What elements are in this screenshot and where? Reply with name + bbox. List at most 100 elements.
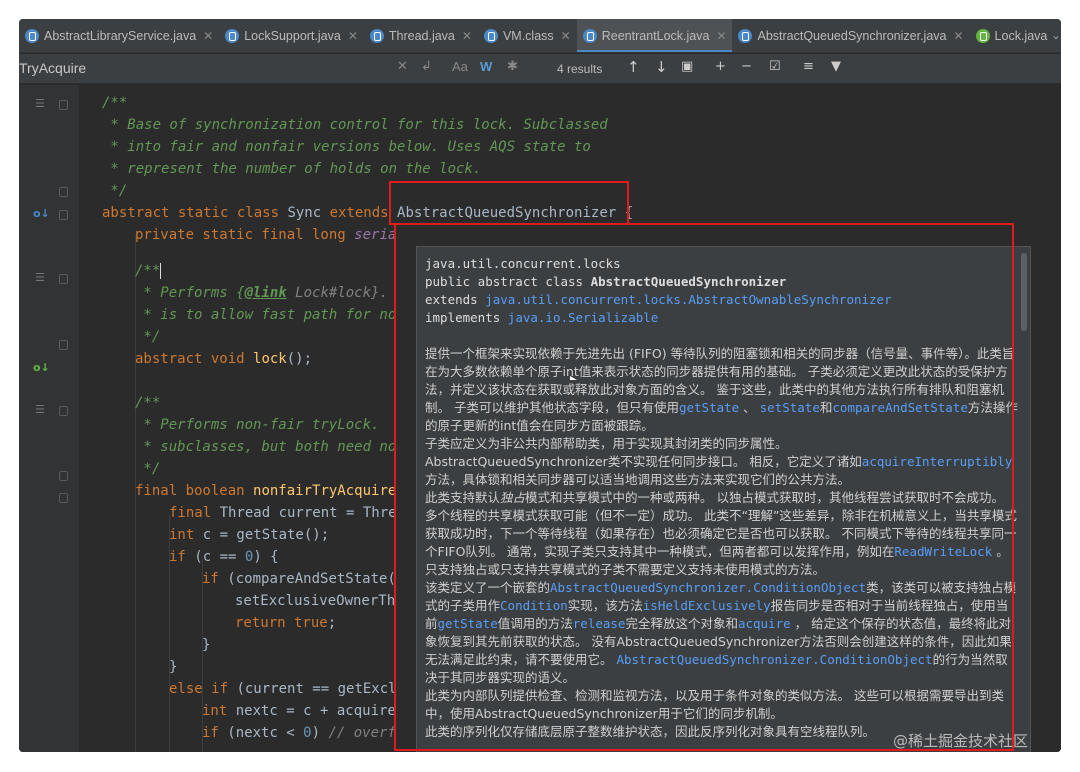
close-icon[interactable]: ✕ xyxy=(953,29,963,43)
doc-link[interactable]: getState xyxy=(679,400,739,415)
code-text: (compareAndSetState( xyxy=(227,571,396,587)
doc-link[interactable]: acquire xyxy=(738,616,791,631)
doc-link[interactable]: AbstractQueuedSynchronizer.ConditionObje… xyxy=(616,652,932,667)
doc-extends: extends java.util.concurrent.locks.Abstr… xyxy=(425,291,1022,309)
code-text: ) xyxy=(311,725,329,741)
implementation-gutter-icon[interactable]: o↓ xyxy=(33,207,50,220)
filter-icon[interactable]: ≡ xyxy=(803,59,814,74)
code-line: * represent the number of holds on the l… xyxy=(102,161,482,177)
code-line: return true; xyxy=(235,613,336,633)
javadoc-tag: @link xyxy=(244,285,287,301)
doc-paragraph: 此类支持默认独占模式和共享模式中的一种或两种。 以独占模式获取时，其他线程尝试获… xyxy=(425,489,1018,579)
clear-icon[interactable]: ✕ xyxy=(397,59,408,74)
code-text: (c == xyxy=(194,549,245,565)
tab-lock-support[interactable]: LockSupport.java ✕ xyxy=(219,19,364,52)
prev-occurrence-icon[interactable]: ↑ xyxy=(627,58,640,76)
close-icon[interactable]: ✕ xyxy=(462,29,472,43)
fold-icon[interactable] xyxy=(59,187,68,197)
comment-open: /** xyxy=(135,263,161,279)
next-occurrence-icon[interactable]: ↓ xyxy=(655,58,668,76)
editor-tab-bar: AbstractLibraryService.java ✕ LockSuppor… xyxy=(19,19,1061,53)
funnel-icon[interactable]: ▼ xyxy=(831,59,841,74)
tab-thread[interactable]: Thread.java ✕ xyxy=(364,19,478,52)
fold-icon[interactable] xyxy=(59,100,68,110)
fold-icon[interactable] xyxy=(59,340,68,350)
code-line: * into fair and nonfair versions below. … xyxy=(102,139,591,155)
doc-paragraph: AbstractQueuedSynchronizer类不实现任何同步接口。 相反… xyxy=(425,453,1018,489)
doc-link[interactable]: isHeldExclusively xyxy=(643,598,771,613)
doc-class-name: AbstractQueuedSynchronizer xyxy=(590,274,787,289)
code-line: /** xyxy=(135,261,162,281)
method-name: nonfairTryAcquire xyxy=(253,483,397,499)
doc-link[interactable]: AbstractQueuedSynchronizer.ConditionObje… xyxy=(550,580,866,595)
class-icon xyxy=(25,28,39,43)
keyword: if xyxy=(202,571,228,587)
doc-text: 和 xyxy=(819,400,833,415)
add-occurrence-icon[interactable]: + xyxy=(715,59,726,74)
superclass-name[interactable]: AbstractQueuedSynchronizer { xyxy=(397,205,633,221)
fold-icon[interactable] xyxy=(59,210,68,220)
tab-label: AbstractQueuedSynchronizer.java xyxy=(757,28,947,43)
code-line: abstract void lock(); xyxy=(135,349,312,369)
fold-icon[interactable] xyxy=(59,274,68,284)
doc-link[interactable]: setState xyxy=(760,400,820,415)
close-icon[interactable]: ✕ xyxy=(716,29,726,43)
doc-keyword: extends xyxy=(425,292,486,307)
code-line: private static final long seria xyxy=(135,225,396,245)
tab-abstract-queued-synchronizer[interactable]: AbstractQueuedSynchronizer.java ✕ xyxy=(732,19,969,52)
doc-text: 此类支持默认 xyxy=(425,490,501,505)
code-text: Thread current = Thre xyxy=(219,505,397,521)
doc-keyword: implements xyxy=(425,310,508,325)
fold-icon[interactable] xyxy=(59,493,68,503)
search-input[interactable]: TryAcquire xyxy=(19,60,86,76)
close-icon[interactable]: ✕ xyxy=(348,29,358,43)
tab-label: VM.class xyxy=(502,28,554,43)
doc-render-icon[interactable]: ☰ xyxy=(35,403,45,416)
tab-reentrant-lock[interactable]: ReentrantLock.java ✕ xyxy=(576,19,733,52)
popup-scrollbar[interactable] xyxy=(1021,253,1027,331)
class-icon xyxy=(369,28,384,43)
tab-lock[interactable]: Lock.java ⌄ xyxy=(970,19,1061,52)
doc-link[interactable]: Condition xyxy=(500,598,568,613)
doc-render-icon[interactable]: ☰ xyxy=(35,97,45,110)
doc-link[interactable]: getState xyxy=(438,616,498,631)
doc-render-icon[interactable]: ☰ xyxy=(35,271,45,284)
keyword: else if xyxy=(169,681,237,697)
doc-text: 值调用的方法 xyxy=(497,616,573,631)
match-case-icon[interactable]: Aa xyxy=(452,59,468,74)
find-bar: TryAcquire ✕ ↲ Aa W ✱ 4 results ↑ ↓ ▣ + … xyxy=(19,54,1061,84)
chevron-down-icon[interactable]: ⌄ xyxy=(1051,29,1060,42)
close-icon[interactable]: ✕ xyxy=(203,29,213,43)
doc-link[interactable]: release xyxy=(573,616,626,631)
field-name: seria xyxy=(354,227,397,243)
doc-text: AbstractQueuedSynchronizer类不实现任何同步接口。 相反… xyxy=(425,454,862,469)
code-line: /** xyxy=(135,395,161,411)
quick-documentation-popup[interactable]: java.util.concurrent.locks public abstra… xyxy=(416,246,1031,752)
doc-link[interactable]: ReadWriteLock xyxy=(894,544,992,559)
keyword: final boolean xyxy=(135,483,254,499)
select-occurrences-icon[interactable]: ☑ xyxy=(769,59,781,74)
class-icon xyxy=(225,28,240,43)
select-all-icon[interactable]: ▣ xyxy=(681,59,693,74)
close-icon[interactable]: ✕ xyxy=(561,29,571,43)
editor-gutter: ☰ o↓ ☰ o↓ ☰ xyxy=(19,85,79,752)
fold-icon[interactable] xyxy=(59,471,68,481)
doc-link[interactable]: compareAndSetState xyxy=(832,400,967,415)
tab-abstract-library-service[interactable]: AbstractLibraryService.java ✕ xyxy=(19,19,219,52)
comment-text: * Performs { xyxy=(135,285,245,301)
doc-link[interactable]: acquireInterruptibly xyxy=(862,454,1013,469)
whole-words-icon[interactable]: W xyxy=(480,59,492,74)
regex-icon[interactable]: ✱ xyxy=(507,59,518,74)
code-line: * is to allow fast path for no xyxy=(135,307,397,323)
doc-text: 方法，具体锁和相关同步器可以适当地调用这些方法来实现它们的公共方法。 xyxy=(425,472,851,487)
code-text: (nextc < xyxy=(227,725,304,741)
doc-text: 该类定义了一个嵌套的 xyxy=(425,580,551,595)
replace-icon[interactable]: ↲ xyxy=(421,59,432,74)
doc-link[interactable]: java.util.concurrent.locks.AbstractOwnab… xyxy=(485,292,891,307)
fold-icon[interactable] xyxy=(59,406,68,416)
overridden-gutter-icon[interactable]: o↓ xyxy=(33,361,50,374)
tab-vm-class[interactable]: VM.class ✕ xyxy=(478,19,577,52)
code-text: nextc = c + acquire xyxy=(235,703,396,719)
remove-occurrence-icon[interactable]: − xyxy=(741,59,752,74)
doc-link[interactable]: java.io.Serializable xyxy=(508,310,659,325)
